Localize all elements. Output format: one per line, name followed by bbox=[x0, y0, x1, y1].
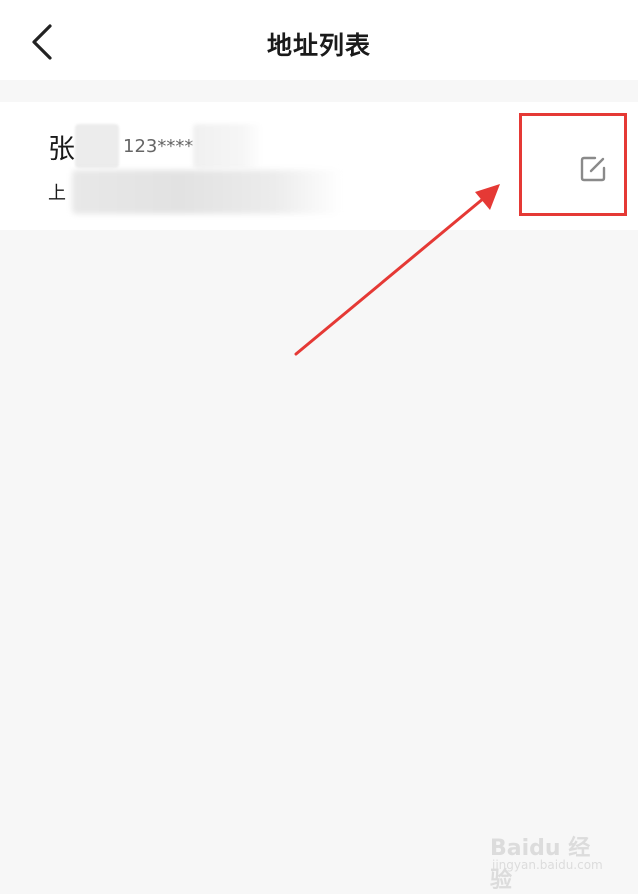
page-title: 地址列表 bbox=[266, 31, 371, 60]
contact-phone: 123**** bbox=[123, 135, 194, 157]
navigation-header: 地址列表 bbox=[0, 0, 638, 80]
baidu-watermark: Baidu 经验 jingyan.baidu.com bbox=[490, 818, 610, 893]
highlight-annotation-box bbox=[519, 113, 627, 216]
blurred-name bbox=[75, 124, 119, 168]
address-text: 上 bbox=[48, 183, 66, 204]
watermark-url: jingyan.baidu.com bbox=[492, 858, 603, 872]
contact-line: 张 123**** bbox=[48, 124, 264, 168]
contact-name: 张 bbox=[48, 133, 75, 165]
blurred-address bbox=[72, 170, 342, 214]
blurred-phone bbox=[193, 124, 264, 168]
address-line: 上 bbox=[48, 170, 342, 214]
